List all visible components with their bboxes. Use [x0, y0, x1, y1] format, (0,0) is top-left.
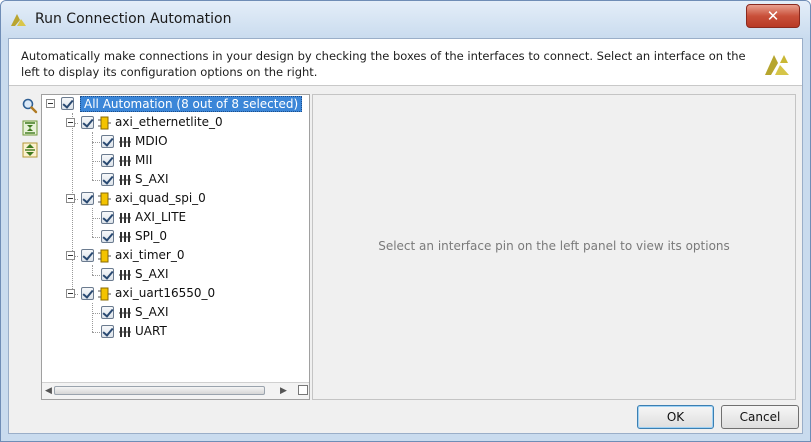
tree-row-interface[interactable]: S_AXI [42, 266, 309, 285]
root-label[interactable]: All Automation (8 out of 8 selected) [80, 96, 303, 112]
tree-row-interface[interactable]: UART [42, 323, 309, 342]
ip-name: axi_quad_spi_0 [115, 191, 206, 205]
vivado-logo-icon [765, 55, 789, 75]
interface-name: S_AXI [135, 267, 169, 281]
collapse-toggle[interactable] [66, 289, 75, 298]
tree-row-ip[interactable]: axi_uart16550_0 [42, 285, 309, 304]
interface-name: SPI_0 [135, 229, 168, 243]
ip-checkbox[interactable] [81, 287, 94, 300]
vivado-app-icon [11, 14, 26, 26]
collapse-toggle[interactable] [66, 118, 75, 127]
search-icon[interactable] [21, 97, 39, 115]
tree-guide-line [92, 332, 100, 333]
interface-checkbox[interactable] [101, 211, 114, 224]
interface-checkbox[interactable] [101, 325, 114, 338]
root-checkbox[interactable] [61, 97, 74, 110]
interface-checkbox[interactable] [101, 268, 114, 281]
options-panel: Select an interface pin on the left pane… [312, 94, 796, 400]
ip-block-icon [98, 116, 111, 130]
description-text: Automatically make connections in your d… [21, 49, 746, 79]
interface-name: S_AXI [135, 172, 169, 186]
corner-resize-icon[interactable] [298, 385, 308, 395]
tree-row-interface[interactable]: MDIO [42, 133, 309, 152]
description-banner: Automatically make connections in your d… [9, 39, 802, 86]
ip-block-icon [98, 287, 111, 301]
collapse-toggle[interactable] [66, 251, 75, 260]
cancel-button[interactable]: Cancel [721, 405, 799, 429]
tree-row-root[interactable]: All Automation (8 out of 8 selected) [42, 95, 309, 114]
interface-name: S_AXI [135, 305, 169, 319]
ip-checkbox[interactable] [81, 192, 94, 205]
horizontal-scrollbar[interactable]: ◀ ▶ [42, 382, 309, 399]
tree-row-interface[interactable]: SPI_0 [42, 228, 309, 247]
collapse-toggle[interactable] [46, 99, 55, 108]
interface-name: UART [135, 324, 167, 338]
interface-name: AXI_LITE [135, 210, 187, 224]
tree-guide-line [92, 180, 100, 181]
tree-row-interface[interactable]: MII [42, 152, 309, 171]
ip-name: axi_timer_0 [115, 248, 185, 262]
ip-checkbox[interactable] [81, 249, 94, 262]
collapse-toggle[interactable] [66, 194, 75, 203]
interface-name: MDIO [135, 134, 168, 148]
ip-checkbox[interactable] [81, 116, 94, 129]
interface-port-icon [119, 213, 131, 223]
interface-port-icon [119, 156, 131, 166]
tree-guide-line [92, 275, 100, 276]
run-connection-automation-dialog: Run Connection Automation ✕ Automaticall… [0, 0, 811, 442]
tree-row-ip[interactable]: axi_ethernetlite_0 [42, 114, 309, 133]
interface-port-icon [119, 308, 131, 318]
dialog-body: Automatically make connections in your d… [8, 38, 803, 434]
tree-row-interface[interactable]: S_AXI [42, 304, 309, 323]
close-button[interactable]: ✕ [746, 4, 800, 28]
ip-block-icon [98, 192, 111, 206]
scroll-right-icon[interactable]: ▶ [280, 386, 287, 396]
interface-checkbox[interactable] [101, 135, 114, 148]
interface-port-icon [119, 137, 131, 147]
tree-row-interface[interactable]: S_AXI [42, 171, 309, 190]
collapse-all-icon[interactable] [21, 119, 39, 137]
interface-port-icon [119, 232, 131, 242]
interface-port-icon [119, 175, 131, 185]
tree-row-ip[interactable]: axi_timer_0 [42, 247, 309, 266]
automation-tree-panel[interactable]: All Automation (8 out of 8 selected) axi… [41, 94, 310, 400]
tree-toolbar [21, 97, 39, 163]
ok-button[interactable]: OK [637, 405, 714, 429]
tree-row-ip[interactable]: axi_quad_spi_0 [42, 190, 309, 209]
title-bar[interactable]: Run Connection Automation ✕ [1, 1, 810, 39]
interface-checkbox[interactable] [101, 230, 114, 243]
options-placeholder-text: Select an interface pin on the left pane… [378, 239, 730, 253]
interface-checkbox[interactable] [101, 306, 114, 319]
tree-guide-line [92, 313, 100, 314]
tree-guide-line [92, 218, 100, 219]
tree-row-interface[interactable]: AXI_LITE [42, 209, 309, 228]
tree-guide-line [92, 161, 100, 162]
ip-name: axi_uart16550_0 [115, 286, 216, 300]
interface-port-icon [119, 270, 131, 280]
interface-checkbox[interactable] [101, 154, 114, 167]
scrollbar-thumb[interactable] [54, 386, 265, 395]
interface-checkbox[interactable] [101, 173, 114, 186]
tree-guide-line [92, 142, 100, 143]
ip-block-icon [98, 249, 111, 263]
interface-name: MII [135, 153, 153, 167]
window-title: Run Connection Automation [35, 11, 232, 27]
ip-name: axi_ethernetlite_0 [115, 115, 223, 129]
scroll-left-icon[interactable]: ◀ [45, 386, 52, 396]
interface-port-icon [119, 327, 131, 337]
expand-all-icon[interactable] [21, 141, 39, 159]
tree-guide-line [92, 237, 100, 238]
